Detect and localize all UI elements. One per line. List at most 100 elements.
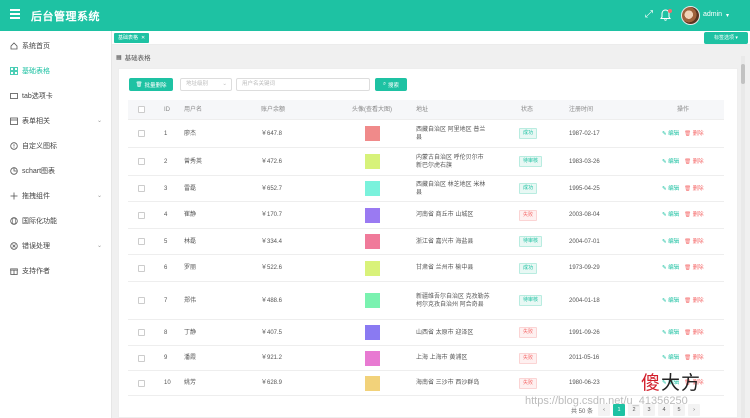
scrollbar-thumb[interactable] — [741, 64, 745, 84]
globe-icon — [9, 216, 18, 225]
username[interactable]: admin — [703, 11, 722, 18]
avatar-thumbnail[interactable] — [365, 255, 380, 281]
delete-button[interactable]: 🗑 删除 — [684, 130, 704, 138]
sidebar-item-support[interactable]: 支持作者 — [0, 258, 112, 283]
sidebar-item-i18n[interactable]: 国际化功能 — [0, 208, 112, 233]
edit-button[interactable]: ✎ 编辑 — [662, 158, 679, 166]
row-checkbox[interactable] — [138, 255, 145, 281]
close-icon[interactable]: ✕ — [141, 35, 145, 41]
cell-address: 内蒙古自治区 呼伦贝尔市 新巴尔虎右旗 — [416, 154, 484, 169]
delete-button[interactable]: 🗑 删除 — [684, 264, 704, 272]
header-id[interactable]: ID — [164, 100, 170, 119]
header-actions: 操作 — [677, 106, 690, 113]
table-row: 9 潘霞 ￥921.2 上海 上海市 黄浦区 失败 2011-05-16 ✎ 编辑 🗑 删除 — [128, 346, 724, 371]
cell-username: 雷磊 — [184, 185, 197, 192]
tag-basic-table[interactable]: 基础表格 ✕ — [114, 33, 150, 43]
edit-button[interactable]: ✎ 编辑 — [662, 185, 679, 193]
avatar-thumbnail[interactable] — [365, 282, 380, 319]
select-all-checkbox[interactable] — [138, 100, 145, 119]
menu-toggle-icon[interactable] — [10, 9, 20, 19]
sidebar-item-home[interactable]: 系统首页 — [0, 33, 112, 58]
sidebar-item-tabs[interactable]: tab选项卡 — [0, 83, 112, 108]
sidebar-item-forms[interactable]: 表单相关 ⌄ — [0, 108, 112, 133]
edit-button[interactable]: ✎ 编辑 — [662, 130, 679, 138]
delete-button[interactable]: 🗑 删除 — [684, 354, 704, 362]
calendar-icon — [9, 116, 18, 125]
table-row: 6 罗丽 ￥522.6 甘肃省 兰州市 榆中县 成功 1973-09-29 ✎ 编辑 🗑 删除 — [128, 255, 724, 282]
avatar-thumbnail[interactable] — [365, 176, 380, 201]
row-checkbox[interactable] — [138, 148, 145, 175]
avatar-thumbnail[interactable] — [365, 229, 380, 254]
row-checkbox[interactable] — [138, 176, 145, 201]
table-row: 2 曾秀英 ￥472.6 内蒙古自治区 呼伦贝尔市 新巴尔虎右旗 待审核 1983-03-… — [128, 148, 724, 176]
cell-username: 曾秀英 — [184, 158, 203, 165]
cell-date: 1995-04-25 — [569, 185, 600, 192]
next-page-button[interactable]: › — [688, 404, 701, 416]
cell-date: 2003-08-04 — [569, 212, 600, 218]
row-checkbox[interactable] — [138, 282, 145, 319]
sidebar-item-label: 系统首页 — [22, 42, 50, 50]
chart-icon — [9, 166, 18, 175]
keyword-input[interactable]: 用户名关键词 — [236, 78, 370, 91]
table-row: 7 郑伟 ￥488.6 新疆维吾尔自治区 克孜勒苏柯尔克孜自治州 阿合奇县 待审核 200… — [128, 282, 724, 320]
address-level-select[interactable]: 地址级别 ⌄ — [180, 78, 232, 91]
page-scrollbar[interactable] — [741, 56, 745, 418]
cell-address: 浙江省 嘉兴市 海盐县 — [416, 238, 474, 245]
row-checkbox[interactable] — [138, 202, 145, 228]
cell-date: 2004-07-01 — [569, 238, 600, 245]
row-checkbox[interactable] — [138, 371, 145, 395]
cell-id: 7 — [164, 297, 168, 304]
cell-date: 2011-05-16 — [569, 355, 600, 361]
sidebar-item-label: 支持作者 — [22, 267, 50, 275]
row-checkbox[interactable] — [138, 229, 145, 254]
tag-options-label: 标签选项 — [714, 35, 735, 41]
edit-button[interactable]: ✎ 编辑 — [662, 297, 679, 305]
edit-button[interactable]: ✎ 编辑 — [662, 238, 679, 246]
cell-balance: ￥334.4 — [261, 238, 283, 245]
batch-delete-button[interactable]: 🗑 批量删除 — [129, 78, 173, 91]
status-badge: 失败 — [519, 202, 538, 228]
delete-button[interactable]: 🗑 删除 — [684, 297, 704, 305]
sidebar-item-custom-icons[interactable]: 自定义图标 — [0, 133, 112, 158]
cell-username: 郑伟 — [184, 297, 197, 304]
edit-button[interactable]: ✎ 编辑 — [662, 211, 679, 219]
avatar-thumbnail[interactable] — [365, 320, 380, 345]
cell-id: 8 — [164, 329, 168, 336]
bell-icon[interactable] — [660, 9, 672, 21]
delete-button[interactable]: 🗑 删除 — [684, 185, 704, 193]
user-dropdown-caret-icon[interactable]: ▾ — [726, 12, 729, 19]
edit-button[interactable]: ✎ 编辑 — [662, 329, 679, 337]
avatar-thumbnail[interactable] — [365, 202, 380, 228]
sidebar-item-basic-table[interactable]: 基础表格 — [0, 58, 112, 83]
edit-button[interactable]: ✎ 编辑 — [662, 264, 679, 272]
avatar-thumbnail[interactable] — [365, 371, 380, 395]
batch-delete-label: 批量删除 — [144, 82, 167, 89]
avatar-thumbnail[interactable] — [365, 120, 380, 147]
row-actions: ✎ 编辑 🗑 删除 — [662, 255, 704, 281]
tag-options-button[interactable]: 标签选项 ▾ — [704, 32, 748, 44]
sidebar-item-errors[interactable]: 错误处理 ⌄ — [0, 233, 112, 258]
row-checkbox[interactable] — [138, 320, 145, 345]
sidebar-item-label: 错误处理 — [22, 242, 50, 250]
header-date: 注册时间 — [569, 106, 594, 113]
delete-button[interactable]: 🗑 删除 — [684, 158, 704, 166]
cell-address: 西藏自治区 阿里地区 普兰县 — [416, 126, 486, 141]
search-button[interactable]: ⌕ 搜索 — [375, 78, 407, 91]
cell-id: 9 — [164, 355, 168, 361]
delete-button[interactable]: 🗑 删除 — [684, 211, 704, 219]
status-badge: 待审核 — [519, 229, 543, 254]
row-checkbox[interactable] — [138, 346, 145, 370]
user-avatar[interactable] — [681, 6, 700, 25]
fullscreen-icon[interactable]: ⤢ — [645, 10, 653, 20]
edit-button[interactable]: ✎ 编辑 — [662, 354, 679, 362]
grid-icon: ▦ — [116, 54, 122, 61]
status-badge: 失败 — [519, 320, 538, 345]
row-checkbox[interactable] — [138, 120, 145, 147]
sidebar-item-drag[interactable]: 拖拽组件 ⌄ — [0, 183, 112, 208]
delete-button[interactable]: 🗑 删除 — [684, 238, 704, 246]
avatar-thumbnail[interactable] — [365, 346, 380, 370]
delete-button[interactable]: 🗑 删除 — [684, 329, 704, 337]
tag-label: 基础表格 — [118, 35, 139, 41]
avatar-thumbnail[interactable] — [365, 148, 380, 175]
sidebar-item-schart[interactable]: schart图表 — [0, 158, 112, 183]
